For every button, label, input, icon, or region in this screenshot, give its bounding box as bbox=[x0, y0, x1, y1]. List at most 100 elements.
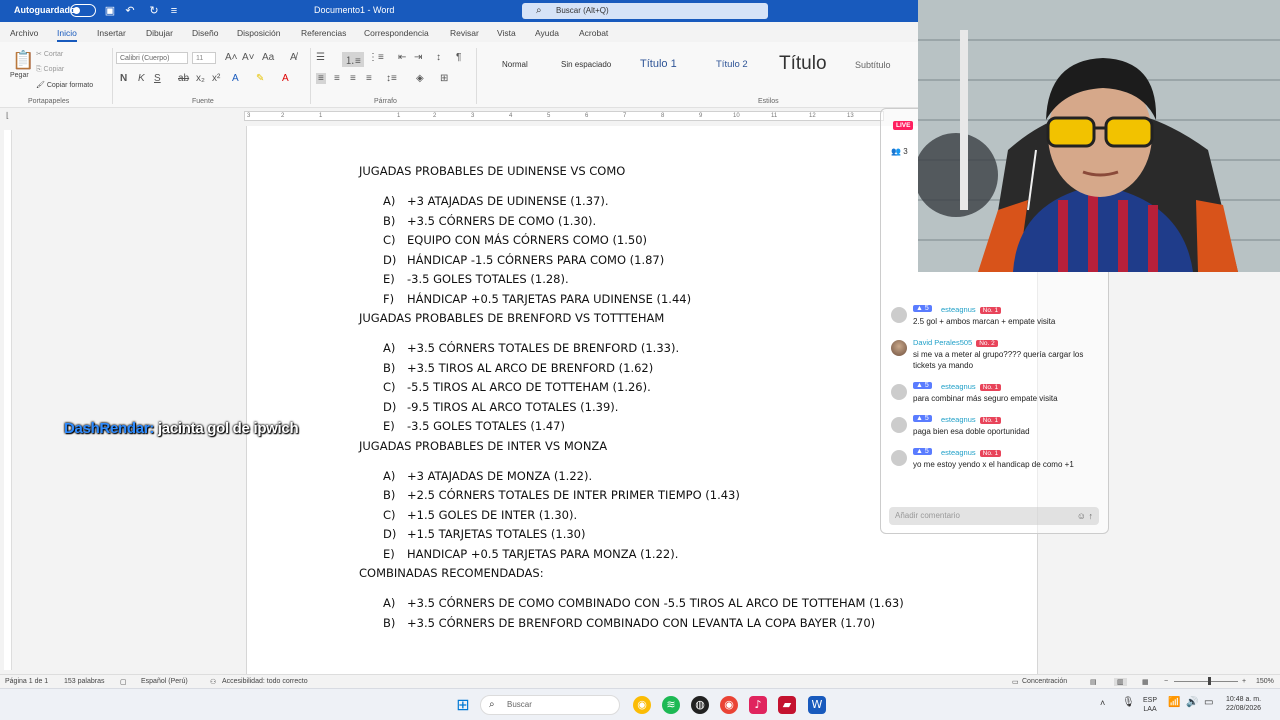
tab-referencias[interactable]: Referencias bbox=[301, 28, 346, 38]
grow-font-icon[interactable]: A˄ bbox=[225, 52, 238, 63]
numbering-icon[interactable]: ⒈≡ bbox=[342, 52, 364, 67]
justify-icon[interactable]: ≡ bbox=[366, 73, 372, 84]
print-layout-icon[interactable]: ▥ bbox=[1114, 678, 1127, 686]
autosave-toggle[interactable] bbox=[70, 4, 96, 17]
sort-icon[interactable]: ↕ bbox=[436, 52, 441, 63]
align-right-icon[interactable]: ≡ bbox=[350, 73, 356, 84]
chrome-alt-icon[interactable]: ◉ bbox=[720, 696, 738, 714]
font-name-select[interactable]: Calibri (Cuerpo) bbox=[116, 52, 188, 64]
align-left-icon[interactable]: ≡ bbox=[316, 73, 326, 84]
wifi-icon[interactable]: 📶 bbox=[1168, 698, 1180, 708]
text-effects-icon[interactable]: A bbox=[232, 73, 239, 84]
tiktok-icon[interactable]: ♪ bbox=[749, 696, 767, 714]
zoom-out-icon[interactable]: − bbox=[1164, 678, 1168, 685]
copy-button[interactable]: ⎘ Copiar bbox=[36, 66, 64, 74]
zoom-in-icon[interactable]: + bbox=[1242, 678, 1246, 685]
subscript-icon[interactable]: x₂ bbox=[196, 73, 205, 84]
line-spacing-icon[interactable]: ↕≡ bbox=[386, 73, 397, 84]
search-box[interactable]: ⌕ Buscar (Alt+Q) bbox=[522, 3, 768, 19]
align-center-icon[interactable]: ≡ bbox=[334, 73, 340, 84]
bullets-icon[interactable]: ☰ bbox=[316, 52, 325, 63]
tab-dibujar[interactable]: Dibujar bbox=[146, 28, 173, 38]
shrink-font-icon[interactable]: A˅ bbox=[242, 52, 255, 63]
send-icon[interactable]: ↑ bbox=[1089, 511, 1094, 521]
style-title[interactable]: Título bbox=[779, 53, 827, 75]
decrease-indent-icon[interactable]: ⇤ bbox=[398, 52, 406, 63]
proofing-icon[interactable]: ▢ bbox=[120, 678, 127, 686]
tab-selector-icon[interactable]: ⌊ bbox=[6, 111, 9, 120]
chrome-icon[interactable]: ◉ bbox=[633, 696, 651, 714]
zoom-slider-thumb[interactable] bbox=[1208, 677, 1211, 685]
clear-format-icon[interactable]: A̸ bbox=[290, 52, 297, 63]
tab-vista[interactable]: Vista bbox=[497, 28, 516, 38]
focus-mode[interactable]: Concentración bbox=[1022, 678, 1067, 685]
tab-revisar[interactable]: Revisar bbox=[450, 28, 479, 38]
style-heading-2[interactable]: Título 2 bbox=[716, 59, 748, 70]
tab-ayuda[interactable]: Ayuda bbox=[535, 28, 559, 38]
style-normal[interactable]: Normal bbox=[502, 60, 528, 69]
change-case-icon[interactable]: Aa bbox=[262, 52, 274, 63]
bold-icon[interactable]: N bbox=[120, 73, 127, 84]
horizontal-ruler[interactable]: 3 2 1 1 2 3 4 5 6 7 8 9 10 11 12 13 bbox=[244, 111, 884, 121]
tray-overflow-icon[interactable]: ˄ bbox=[1100, 699, 1105, 708]
borders-icon[interactable]: ⊞ bbox=[440, 73, 448, 84]
tab-correspondencia[interactable]: Correspondencia bbox=[364, 28, 429, 38]
tab-archivo[interactable]: Archivo bbox=[10, 28, 38, 38]
zoom-level[interactable]: 150% bbox=[1256, 678, 1274, 685]
read-mode-icon[interactable]: ▤ bbox=[1090, 678, 1097, 686]
style-no-spacing[interactable]: Sin espaciado bbox=[561, 60, 611, 69]
emoji-icon[interactable]: ☺ bbox=[1077, 511, 1086, 521]
font-size-select[interactable]: 11 bbox=[192, 52, 216, 64]
italic-icon[interactable]: K bbox=[138, 73, 145, 84]
font-color-icon[interactable]: A bbox=[282, 73, 289, 84]
document-body[interactable]: JUGADAS PROBABLES DE UDINENSE VS COMO A)… bbox=[359, 162, 919, 633]
tab-inicio[interactable]: Inicio bbox=[57, 28, 77, 42]
tab-insertar[interactable]: Insertar bbox=[97, 28, 126, 38]
chat-username[interactable]: esteagnus No. 1 bbox=[941, 382, 1002, 391]
tab-acrobat[interactable]: Acrobat bbox=[579, 28, 608, 38]
chat-username[interactable]: David Perales505 No. 2 bbox=[913, 338, 998, 347]
language-indicator[interactable]: ESP LAA bbox=[1143, 696, 1157, 714]
mic-icon[interactable]: 🎙 bbox=[1122, 698, 1135, 708]
paste-icon[interactable]: 📋 bbox=[12, 50, 34, 71]
style-subtitle[interactable]: Subtítulo bbox=[855, 60, 891, 70]
undo-icon[interactable]: ↶ bbox=[122, 3, 138, 19]
highlight-icon[interactable]: ✎ bbox=[256, 73, 264, 84]
spotify-icon[interactable]: ≋ bbox=[662, 696, 680, 714]
web-layout-icon[interactable]: ▦ bbox=[1142, 678, 1149, 686]
battery-icon[interactable]: ▭ bbox=[1204, 698, 1213, 708]
paste-button[interactable]: Pegar bbox=[10, 72, 29, 79]
page-count[interactable]: Página 1 de 1 bbox=[5, 678, 48, 685]
show-marks-icon[interactable]: ¶ bbox=[456, 52, 461, 63]
chat-username[interactable]: esteagnus No. 1 bbox=[941, 448, 1002, 457]
comment-input[interactable]: Añadir comentario ☺ ↑ bbox=[889, 507, 1099, 525]
tab-disposicion[interactable]: Disposición bbox=[237, 28, 280, 38]
chat-username[interactable]: esteagnus No. 1 bbox=[941, 415, 1002, 424]
clock[interactable]: 10:48 a. m. 22/08/2026 bbox=[1226, 695, 1261, 713]
taskbar-search[interactable]: ⌕ Buscar bbox=[480, 695, 620, 715]
save-icon[interactable]: ▣ bbox=[102, 3, 118, 19]
multilevel-list-icon[interactable]: ⋮≡ bbox=[368, 52, 384, 63]
style-heading-1[interactable]: Título 1 bbox=[640, 58, 677, 70]
app-icon[interactable]: ▰ bbox=[778, 696, 796, 714]
shading-icon[interactable]: ◈ bbox=[416, 73, 424, 84]
customize-toolbar-icon[interactable]: ≡ bbox=[166, 3, 182, 19]
increase-indent-icon[interactable]: ⇥ bbox=[414, 52, 422, 63]
zoom-slider[interactable] bbox=[1174, 681, 1238, 682]
word-icon[interactable]: W bbox=[808, 696, 826, 714]
strikethrough-icon[interactable]: ab bbox=[178, 73, 189, 84]
volume-icon[interactable]: 🔊 bbox=[1186, 698, 1198, 708]
language[interactable]: Español (Perú) bbox=[141, 678, 188, 685]
underline-icon[interactable]: S bbox=[154, 73, 161, 84]
accessibility-status[interactable]: Accesibilidad: todo correcto bbox=[222, 678, 308, 685]
superscript-icon[interactable]: x² bbox=[212, 73, 220, 84]
chat-username[interactable]: esteagnus No. 1 bbox=[941, 305, 1002, 314]
redo-icon[interactable]: ↻ bbox=[146, 3, 162, 19]
obs-icon[interactable]: ◍ bbox=[691, 696, 709, 714]
vertical-ruler[interactable] bbox=[4, 130, 12, 670]
tab-diseno[interactable]: Diseño bbox=[192, 28, 218, 38]
cut-button[interactable]: ✂ Cortar bbox=[36, 50, 63, 58]
windows-start-icon[interactable]: ⊞ bbox=[454, 696, 472, 714]
format-painter-button[interactable]: 🖌 Copiar formato bbox=[36, 81, 93, 89]
word-count[interactable]: 153 palabras bbox=[64, 678, 104, 685]
